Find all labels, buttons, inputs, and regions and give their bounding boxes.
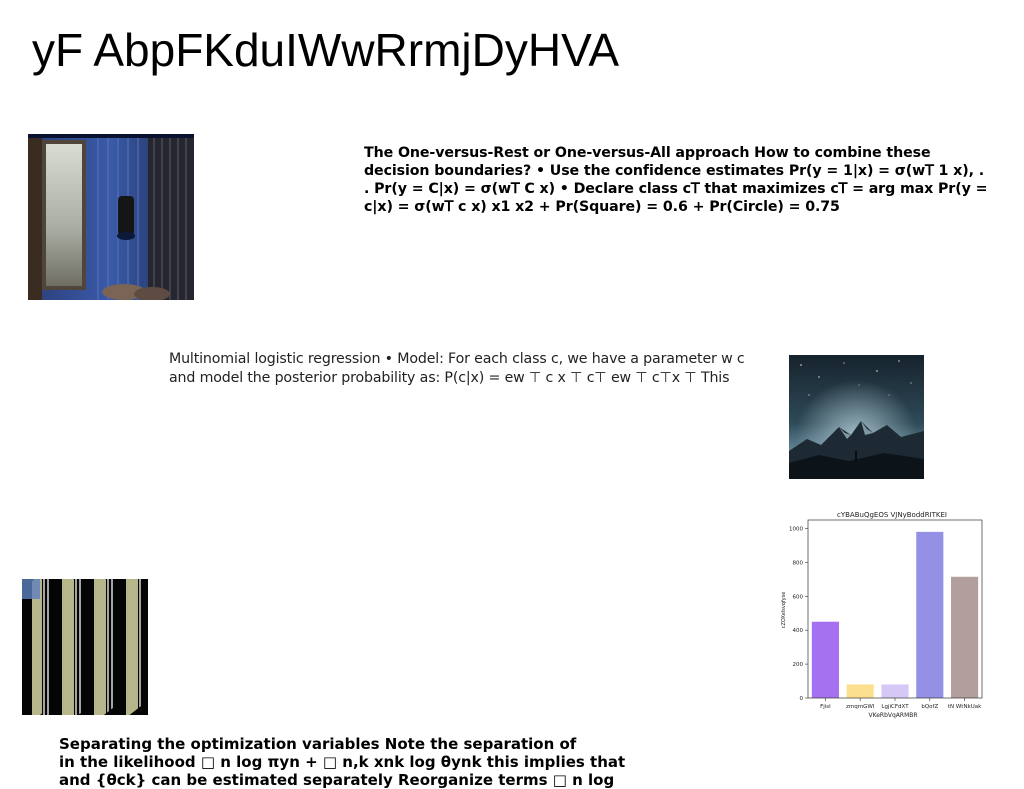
chart-y-tick-label: 0: [800, 696, 804, 702]
bar-chart-svg: cYBABuQgEOS VJNyBoddRITKEI cZOXeIsvqfyse…: [781, 511, 983, 719]
text-block-separating-variables: Separating the optimization variables No…: [59, 735, 626, 789]
building-facade-photo: [22, 579, 148, 715]
chart-y-tick-label: 200: [793, 662, 804, 668]
room-photo: [28, 134, 194, 300]
chart-bar: [916, 531, 944, 698]
chart-y-tick-label: 400: [793, 628, 804, 634]
text-block-one-vs-rest: The One-versus-Rest or One-versus-All ap…: [364, 145, 988, 215]
chart-x-tick-label: zmqmGWI: [846, 704, 875, 710]
text-block-multinomial: Multinomial logistic regression • Model:…: [169, 351, 745, 386]
page-title: yF AbpFKduIWwRrmjDyHVA: [32, 24, 620, 76]
mountain-night-photo: [789, 355, 924, 479]
chart-x-tick-label: bQofZ: [921, 704, 938, 710]
chart-x-tick-label: LgjiCFdXT: [881, 704, 909, 710]
chart-bar: [951, 576, 979, 698]
chart-x-tick-label: tN WtNkUak: [948, 704, 982, 710]
chart-y-tick-label: 800: [793, 560, 804, 566]
chart-y-tick-label: 1000: [789, 526, 803, 532]
bar-chart: cYBABuQgEOS VJNyBoddRITKEI cZOXeIsvqfyse…: [774, 506, 986, 720]
mountain-night-photo-image: [789, 355, 924, 479]
chart-y-axis-label: cZOXeIsvqfyse: [781, 592, 787, 629]
building-facade-photo-image: [22, 579, 148, 715]
chart-bar: [846, 684, 874, 698]
chart-x-tick-label: Fjisl: [820, 704, 831, 710]
chart-x-axis-label: VKeRbVqARMBR: [868, 712, 917, 719]
chart-bar: [881, 684, 909, 698]
chart-bar: [811, 621, 839, 698]
chart-title: cYBABuQgEOS VJNyBoddRITKEI: [837, 511, 947, 519]
room-photo-image: [28, 134, 194, 300]
chart-y-tick-label: 600: [793, 594, 804, 600]
